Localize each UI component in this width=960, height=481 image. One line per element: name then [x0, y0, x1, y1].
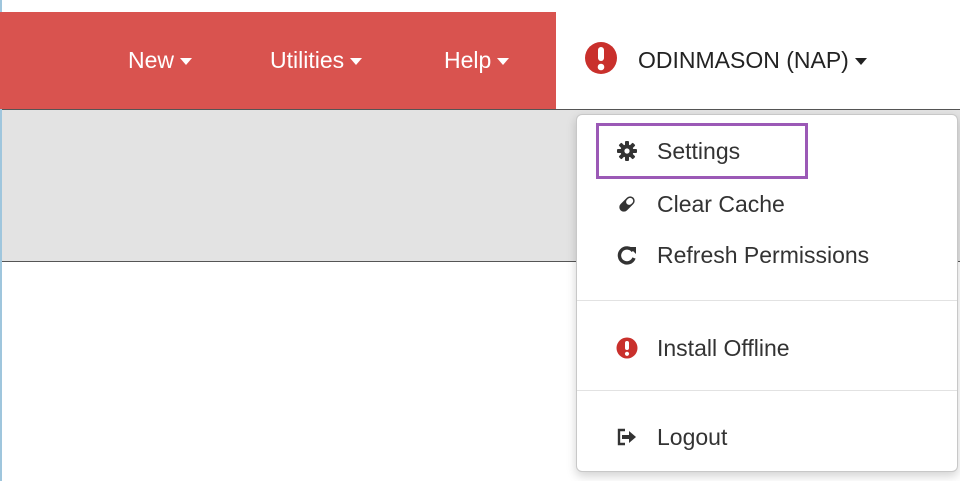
nav-menu-new[interactable]: New [128, 12, 193, 109]
refresh-icon [615, 243, 639, 267]
menu-item-logout-label: Logout [657, 423, 728, 450]
menu-item-settings[interactable]: Settings [577, 129, 957, 173]
menu-item-refresh-permissions[interactable]: Refresh Permissions [577, 233, 957, 277]
exclamation-circle-icon [584, 41, 618, 81]
nav-menu-help-label: Help [444, 47, 492, 73]
menu-item-settings-label: Settings [657, 137, 741, 164]
logout-icon [615, 425, 639, 449]
eraser-icon [615, 192, 639, 216]
caret-down-icon [350, 58, 363, 65]
nav-menu-new-label: New [128, 47, 175, 73]
menu-item-logout[interactable]: Logout [577, 415, 957, 459]
caret-down-icon [854, 58, 867, 65]
menu-divider [577, 390, 957, 391]
nav-menu-help[interactable]: Help [444, 12, 510, 109]
app-window: New Utilities Help ODINMASON (NAP) Setti… [0, 0, 960, 481]
menu-item-refresh-permissions-label: Refresh Permissions [657, 241, 870, 268]
menu-divider [577, 300, 957, 301]
caret-down-icon [180, 58, 193, 65]
menu-item-clear-cache-label: Clear Cache [657, 190, 785, 217]
gear-icon [615, 139, 639, 163]
user-dropdown-menu: Settings Clear Cache Refresh Permissions… [576, 114, 958, 472]
menu-item-clear-cache[interactable]: Clear Cache [577, 182, 957, 226]
nav-menu-utilities-label: Utilities [270, 47, 345, 73]
caret-down-icon [497, 58, 510, 65]
menu-item-install-offline[interactable]: Install Offline [577, 326, 957, 370]
user-menu-label: ODINMASON (NAP) [638, 47, 849, 73]
user-menu-toggle[interactable]: ODINMASON (NAP) [556, 12, 960, 109]
exclamation-circle-icon [615, 336, 639, 360]
menu-item-install-offline-label: Install Offline [657, 334, 790, 361]
nav-menu-utilities[interactable]: Utilities [270, 12, 363, 109]
